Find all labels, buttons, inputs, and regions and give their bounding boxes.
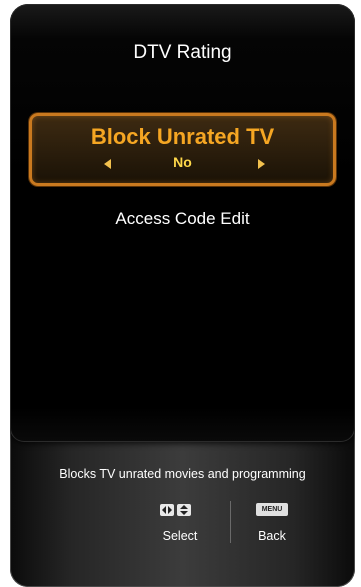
osd-panel: DTV Rating Block Unrated TV No Access Co… [10,4,355,587]
menu-item-block-unrated-tv[interactable]: Block Unrated TV No [29,113,336,186]
right-arrow-icon[interactable] [258,159,265,169]
up-down-key-icon [177,504,191,516]
menu-item-value: No [173,154,192,170]
left-right-key-icon [160,504,174,516]
select-label: Select [162,529,198,543]
menu-title: DTV Rating [133,42,232,63]
help-description: Blocks TV unrated movies and programming [59,467,306,481]
menu-item-access-code-edit[interactable]: Access Code Edit [10,209,355,229]
tv-osd-screen: DTV Rating Block Unrated TV No Access Co… [0,0,361,587]
menu-area: DTV Rating Block Unrated TV No Access Co… [10,4,355,442]
menu-key-icon: MENU [256,503,288,516]
select-hint: Select [150,496,210,576]
hint-divider [230,501,231,543]
menu-item-label: Block Unrated TV [90,124,275,149]
back-hint[interactable]: MENU Back [242,496,302,576]
back-label: Back [258,529,286,543]
